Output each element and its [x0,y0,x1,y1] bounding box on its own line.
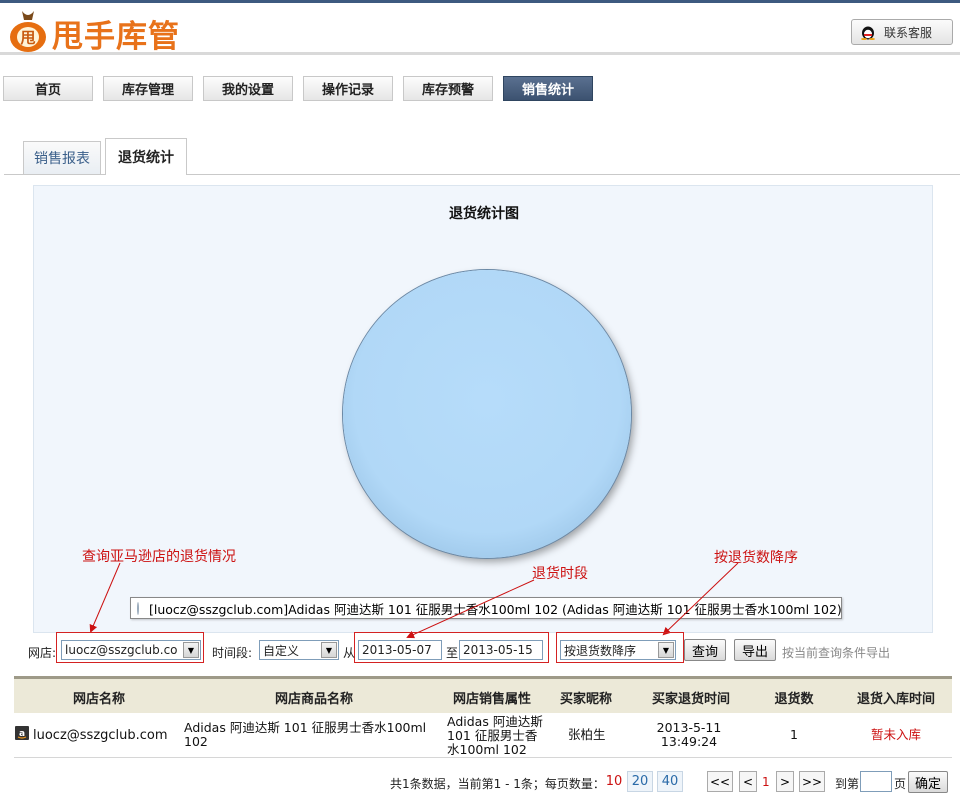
next-page-button[interactable]: > [776,771,794,792]
page-unit-label: 页 [894,777,907,791]
first-page-button[interactable]: << [707,771,733,792]
cell-product: Adidas 阿迪达斯 101 征服男士香水100ml 102 [184,720,427,749]
period-label: 时间段: [212,646,253,660]
export-hint: 按当前查询条件导出 [782,646,891,660]
to-label: 至 [446,646,459,660]
to-date-input[interactable]: 2013-05-15 [459,640,543,660]
last-page-button[interactable]: >> [799,771,825,792]
pager: 共1条数据，当前第1 - 1条；每页数量： 10 20 40 << < 1 > … [0,768,960,796]
chevron-down-icon: ▼ [658,642,674,658]
shop-select[interactable]: luocz@sszgclub.co ▼ [61,640,201,660]
goto-page-input[interactable] [860,771,892,792]
pager-summary: 共1条数据，当前第1 - 1条；每页数量： [390,777,605,791]
sort-select-value: 按退货数降序 [564,643,637,658]
table-header: 网店名称 网店商品名称 网店销售属性 买家昵称 买家退货时间 退货数 退货入库时… [14,676,952,713]
chevron-down-icon: ▼ [321,642,337,658]
period-select[interactable]: 自定义 ▼ [259,640,339,660]
th-buyer: 买家昵称 [559,692,612,707]
cell-shop: luocz@sszgclub.com [33,728,168,743]
cell-stock-time: 暂未入库 [871,727,922,742]
from-label: 从 [343,646,356,660]
page-size-10[interactable]: 10 [604,771,624,792]
period-select-value: 自定义 [263,643,300,658]
table-row: a luocz@sszgclub.com Adidas 阿迪达斯 101 征服男… [14,713,952,758]
query-button[interactable]: 查询 [684,639,726,661]
current-page: 1 [762,775,770,789]
page-size-20[interactable]: 20 [627,771,653,792]
export-button[interactable]: 导出 [734,639,776,661]
from-date-input[interactable]: 2013-05-07 [358,640,442,660]
filter-bar: 网店: luocz@sszgclub.co ▼ 时间段: 自定义 ▼ 从 201… [0,638,960,664]
page-size-40[interactable]: 40 [657,771,683,792]
th-qty: 退货数 [774,692,814,707]
goto-label: 到第 [835,777,860,791]
goto-confirm-button[interactable]: 确定 [908,771,948,793]
th-product: 网店商品名称 [274,692,353,707]
cell-buyer: 张柏生 [568,727,606,742]
th-attr: 网店销售属性 [452,692,531,707]
cell-return-time: 2013-5-11 13:49:24 [656,720,722,749]
shop-label: 网店: [28,646,57,660]
shop-select-value: luocz@sszgclub.co [65,643,178,657]
chevron-down-icon: ▼ [183,642,199,658]
cell-qty: 1 [790,727,798,742]
cell-attr: Adidas 阿迪达斯 101 征服男士香水100ml 102 [447,714,543,757]
th-stock-time: 退货入库时间 [856,692,935,707]
prev-page-button[interactable]: < [739,771,757,792]
sort-select[interactable]: 按退货数降序 ▼ [560,640,676,660]
th-return-time: 买家退货时间 [651,692,730,707]
amazon-icon: a [15,726,29,740]
th-shop: 网店名称 [72,692,125,707]
